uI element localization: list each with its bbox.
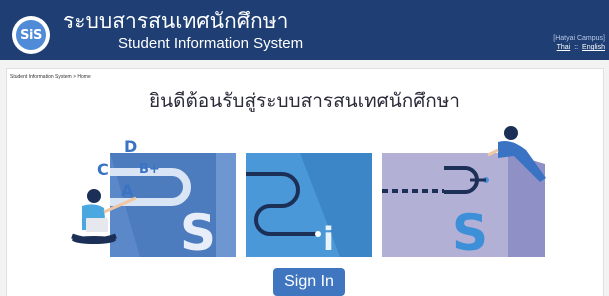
- hero-illustration: S i S D C B+ A: [71, 126, 546, 262]
- sign-in-button[interactable]: Sign In: [273, 268, 345, 296]
- illustration-letter-s2: S: [452, 204, 488, 262]
- grade-letter-c: C: [97, 160, 109, 179]
- illustration-letter-s1: S: [180, 204, 216, 262]
- illustration-panel-right: S: [382, 153, 545, 262]
- grade-letter-d: D: [124, 137, 137, 156]
- illustration-panel-middle: i: [246, 153, 372, 258]
- grade-letter-b-plus: B+: [139, 162, 160, 177]
- illustration-panel-left: S: [110, 153, 236, 262]
- illustration-letter-i: i: [323, 220, 334, 258]
- grade-letter-a: A: [121, 181, 134, 200]
- laptop-icon: [86, 218, 108, 232]
